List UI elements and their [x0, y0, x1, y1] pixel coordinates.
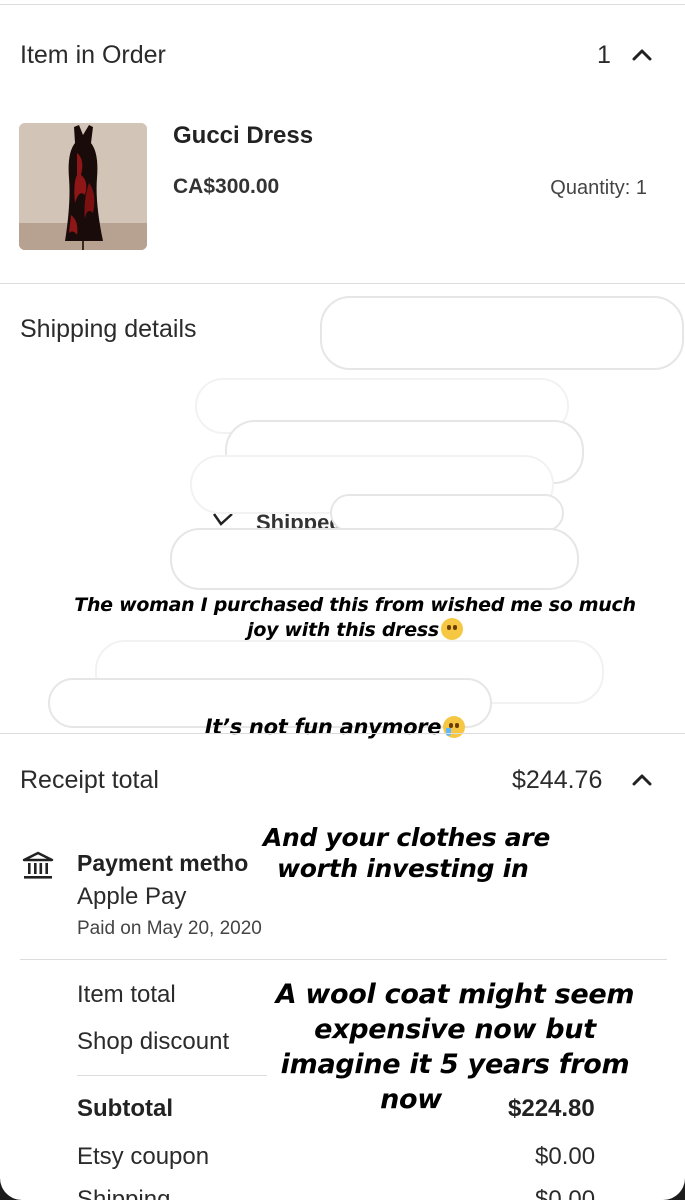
subtotal-label: Subtotal [77, 1095, 173, 1122]
section-divider [0, 733, 685, 734]
item-price: CA$300.00 [173, 175, 280, 198]
section-divider [0, 283, 685, 284]
chevron-up-icon[interactable] [631, 773, 653, 787]
caption-woman-line1: The woman I purchased this from wished m… [74, 594, 636, 616]
pleading-face-emoji [440, 618, 463, 640]
caption-woman-line2-wrap: joy with this dress [40, 618, 670, 643]
chevron-up-icon[interactable] [631, 48, 653, 62]
caption-not-fun: It’s not fun anymore [204, 715, 442, 739]
caption-coat-line4: now [380, 1084, 442, 1115]
item-name[interactable]: Gucci Dress [173, 122, 313, 150]
shipping-label: Shipping [77, 1186, 171, 1200]
item-quantity: Quantity: 1 [550, 177, 647, 199]
order-receipt-card: Item in Order 1 Gucci Dress CA$300.00 Qu… [0, 0, 685, 1200]
caption-coat-line3: imagine it 5 years from [280, 1049, 630, 1080]
etsy-coupon-value: $0.00 [535, 1143, 596, 1170]
receipt-total-amount: $244.76 [512, 766, 603, 794]
caption-clothes-line2: worth investing in [277, 854, 529, 883]
bank-icon [22, 851, 54, 881]
shipped-check-icon [212, 512, 234, 526]
item-in-order-title: Item in Order [20, 41, 166, 69]
item-total-label: Item total [77, 981, 176, 1008]
etsy-coupon-label: Etsy coupon [77, 1143, 210, 1170]
item-thumbnail[interactable] [19, 123, 147, 250]
caption-coat: A wool coat might seem expensive now but… [255, 977, 655, 1117]
paid-on-date: Paid on May 20, 2020 [77, 918, 262, 939]
caption-woman-line2: joy with this dress [247, 619, 439, 641]
payment-method-label: Payment metho [77, 850, 249, 876]
shipping-details-title: Shipping details [20, 315, 197, 343]
item-count: 1 [597, 41, 611, 69]
receipt-total-title: Receipt total [20, 766, 159, 794]
caption-not-fun-wrap: It’s not fun anymore [100, 714, 570, 740]
caption-clothes-line1: And your clothes are [263, 823, 551, 852]
crying-face-emoji [443, 716, 466, 738]
caption-coat-line1: A wool coat might seem [275, 979, 635, 1010]
payment-divider [20, 959, 667, 960]
redaction-scribble [330, 494, 564, 532]
caption-woman: The woman I purchased this from wished m… [40, 593, 670, 643]
top-divider [0, 4, 685, 5]
shipping-value: $0.00 [535, 1186, 596, 1200]
shop-discount-label: Shop discount [77, 1028, 230, 1055]
subtotal-divider [77, 1075, 267, 1076]
payment-method-value: Apple Pay [77, 883, 187, 910]
redaction-scribble [320, 296, 684, 370]
redaction-scribble [170, 528, 579, 590]
caption-coat-line2: expensive now but [314, 1014, 596, 1045]
caption-clothes: And your clothes are worth investing in [255, 822, 565, 884]
